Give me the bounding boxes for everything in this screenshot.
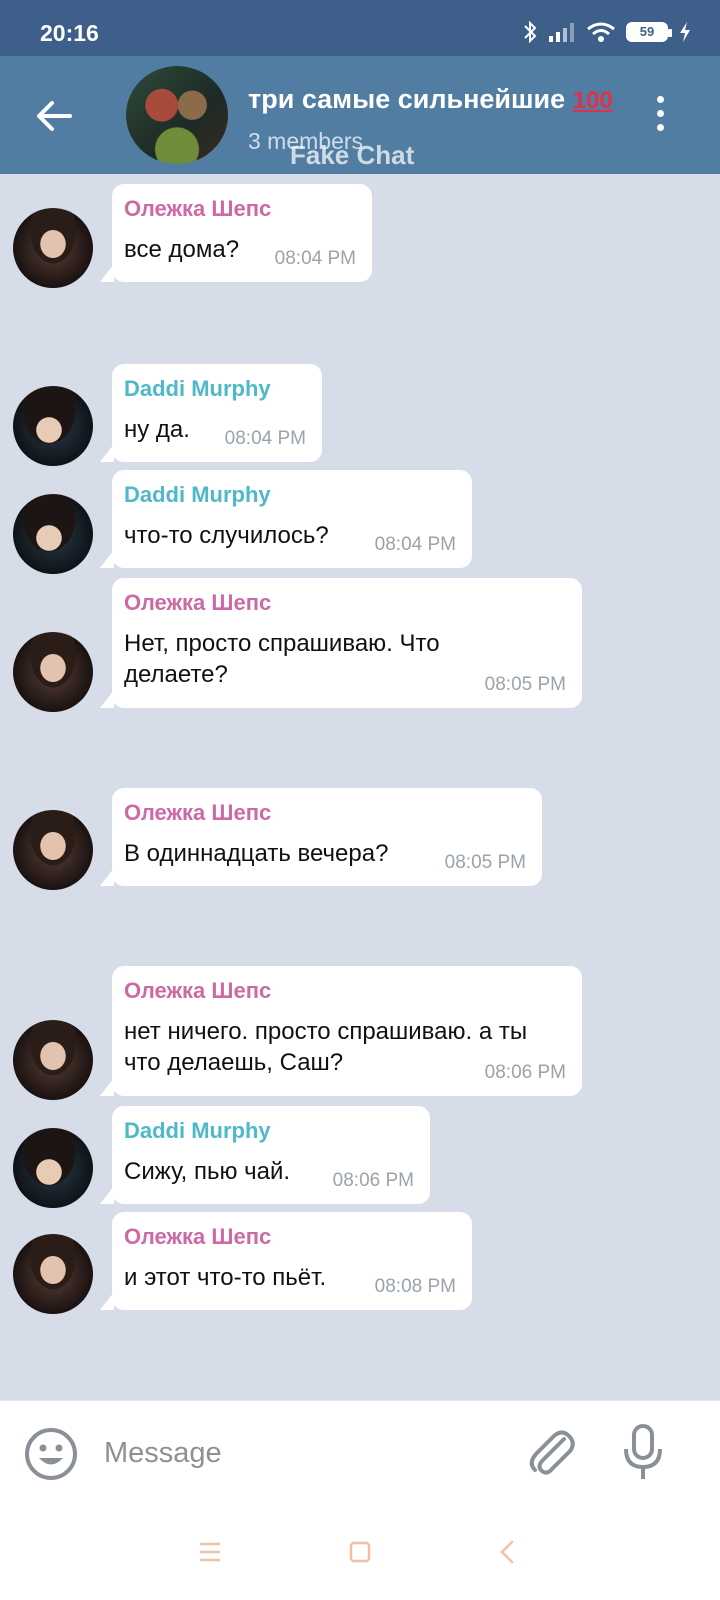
signal-icon bbox=[549, 23, 574, 42]
sender-name[interactable]: Олежка Шепс bbox=[124, 1224, 458, 1250]
sender-avatar[interactable] bbox=[13, 810, 93, 890]
bubble-tail bbox=[100, 690, 114, 708]
recents-menu-icon[interactable] bbox=[190, 1532, 230, 1572]
status-bar: 20:16 59 bbox=[0, 0, 720, 56]
status-icons: 59 bbox=[522, 20, 692, 44]
system-nav-bar bbox=[0, 1504, 720, 1600]
wifi-icon bbox=[587, 22, 615, 42]
bluetooth-icon bbox=[524, 20, 537, 44]
charging-icon bbox=[680, 22, 690, 42]
sender-avatar[interactable] bbox=[13, 386, 93, 466]
sender-avatar[interactable] bbox=[13, 632, 93, 712]
sender-avatar[interactable] bbox=[13, 494, 93, 574]
microphone-icon[interactable] bbox=[620, 1423, 666, 1483]
chat-title[interactable]: три самые сильнейшие 100 bbox=[248, 84, 613, 115]
status-time: 20:16 bbox=[40, 20, 99, 46]
message-time: 08:06 PM bbox=[332, 1170, 414, 1191]
message-time: 08:04 PM bbox=[374, 534, 456, 555]
back-chevron-icon[interactable] bbox=[488, 1532, 528, 1572]
message-input[interactable] bbox=[104, 1431, 484, 1475]
message-bubble[interactable]: Олежка Шепс все дома? 08:04 PM bbox=[112, 184, 372, 282]
sender-name[interactable]: Daddi Murphy bbox=[124, 1118, 416, 1144]
message-text: Нет, просто спрашиваю. Что делаете? bbox=[124, 630, 440, 688]
smiley-icon[interactable] bbox=[24, 1427, 78, 1481]
message-bubble[interactable]: Daddi Murphy что-то случилось? 08:04 PM bbox=[112, 470, 472, 568]
message-meta: 08:05 PM bbox=[445, 852, 526, 874]
message-text: нет ничего. просто спрашиваю. а ты что д… bbox=[124, 1018, 528, 1076]
message-meta: 08:05 PM bbox=[485, 674, 566, 696]
bubble-tail bbox=[100, 264, 114, 282]
message-bubble[interactable]: Олежка Шепс В одиннадцать вечера? 08:05 PM bbox=[112, 788, 542, 886]
sender-avatar[interactable] bbox=[13, 1128, 93, 1208]
bubble-tail bbox=[100, 550, 114, 568]
watermark: Fake Chat bbox=[290, 140, 415, 170]
message-time: 08:04 PM bbox=[224, 428, 306, 449]
message-meta: 08:08 PM bbox=[375, 1276, 456, 1298]
group-avatar[interactable] bbox=[126, 66, 228, 164]
message-bubble[interactable]: Daddi Murphy Сижу, пью чай. 08:06 PM bbox=[112, 1106, 430, 1204]
message-time: 08:04 PM bbox=[274, 248, 356, 269]
sender-avatar[interactable] bbox=[13, 1020, 93, 1100]
message-time: 08:05 PM bbox=[444, 852, 526, 873]
message-meta: 08:06 PM bbox=[333, 1170, 414, 1192]
bubble-tail bbox=[100, 868, 114, 886]
sender-avatar[interactable] bbox=[13, 1234, 93, 1314]
message-meta: 08:04 PM bbox=[375, 534, 456, 556]
back-arrow-icon[interactable] bbox=[32, 94, 76, 138]
paperclip-icon[interactable] bbox=[524, 1425, 580, 1481]
message-input-bar bbox=[0, 1400, 720, 1504]
home-square-icon[interactable] bbox=[340, 1532, 380, 1572]
message-bubble[interactable]: Daddi Murphy ну да. 08:04 PM bbox=[112, 364, 322, 462]
battery-indicator: 59 bbox=[626, 22, 672, 42]
message-meta: 08:04 PM bbox=[275, 248, 356, 270]
message-meta: 08:04 PM bbox=[225, 428, 306, 450]
message-time: 08:06 PM bbox=[484, 1062, 566, 1083]
sender-name[interactable]: Олежка Шепс bbox=[124, 978, 568, 1004]
sender-avatar[interactable] bbox=[13, 208, 93, 288]
message-bubble[interactable]: Олежка Шепс Нет, просто спрашиваю. Что де… bbox=[112, 578, 582, 708]
bubble-tail bbox=[100, 444, 114, 462]
message-time: 08:08 PM bbox=[374, 1276, 456, 1297]
message-time: 08:05 PM bbox=[484, 674, 566, 695]
message-bubble[interactable]: Олежка Шепс нет ничего. просто спрашиваю.… bbox=[112, 966, 582, 1096]
sender-name[interactable]: Олежка Шепс bbox=[124, 196, 358, 222]
message-list[interactable]: Олежка Шепсвсе дома?08:04 PMкончено..08:… bbox=[0, 174, 720, 1400]
hundred-points-emoji: 100 bbox=[572, 87, 613, 114]
sender-name[interactable]: Daddi Murphy bbox=[124, 376, 308, 402]
sender-name[interactable]: Олежка Шепс bbox=[124, 800, 528, 826]
sender-name[interactable]: Олежка Шепс bbox=[124, 590, 568, 616]
chat-title-text: три самые сильнейшие bbox=[248, 84, 566, 114]
more-vertical-icon[interactable] bbox=[652, 96, 668, 136]
sender-name[interactable]: Daddi Murphy bbox=[124, 482, 458, 508]
message-bubble[interactable]: Олежка Шепс и этот что-то пьёт. 08:08 PM bbox=[112, 1212, 472, 1310]
message-meta: 08:06 PM bbox=[485, 1062, 566, 1084]
